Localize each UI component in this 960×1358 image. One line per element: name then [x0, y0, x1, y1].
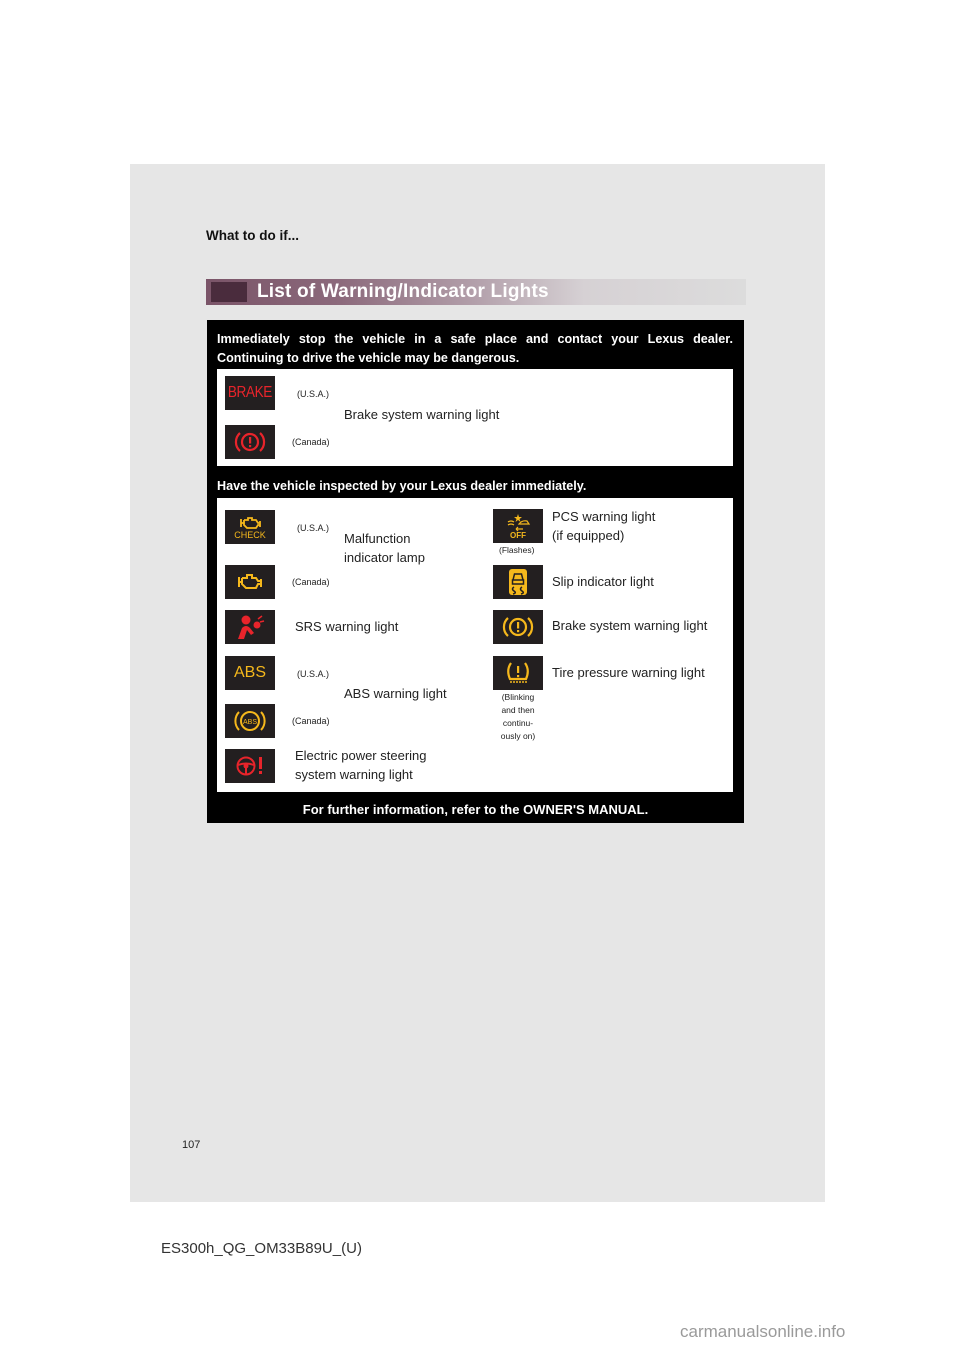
check-engine-icon: CHECK [225, 510, 275, 544]
tire-note-line3: continu- [502, 718, 534, 728]
region-canada: (Canada) [292, 577, 330, 587]
pcs-label-line1: PCS warning light [552, 509, 656, 524]
abs-label: ABS warning light [344, 686, 447, 701]
srs-airbag-icon [225, 610, 275, 644]
region-usa: (U.S.A.) [297, 523, 330, 533]
tire-note: (Blinking and then continu- ously on) [495, 691, 541, 743]
eps-label-line1: Electric power steering [295, 748, 427, 763]
srs-label: SRS warning light [295, 619, 399, 634]
brake-text-icon: BRAKE [225, 376, 275, 410]
page-number: 107 [182, 1139, 201, 1151]
abs-circle-icon: ABS [225, 704, 275, 738]
malfunction-label-line1: Malfunction [344, 531, 411, 546]
malfunction-label-line2: indicator lamp [344, 550, 425, 565]
brake-system-label: Brake system warning light [552, 618, 708, 633]
tire-note-line2: and then [501, 705, 535, 715]
title-swatch [211, 282, 247, 302]
group1-heading-line2: Continuing to drive the vehicle may be d… [217, 351, 520, 365]
group2-heading: Have the vehicle inspected by your Lexus… [217, 479, 587, 493]
group2-panel: CHECK (U.S.A.) Malfunction indicator lam… [217, 498, 733, 792]
group1-heading: Immediately stop the vehicle in a safe p… [217, 330, 733, 368]
watermark-link[interactable]: carmanualsonline.info [680, 1322, 845, 1342]
page-title: List of Warning/Indicator Lights [257, 281, 549, 302]
tire-note-line4: ously on) [500, 731, 536, 741]
eps-label: Electric power steering system warning l… [295, 746, 427, 784]
slip-label: Slip indicator light [552, 574, 654, 589]
eps-steering-icon [225, 749, 275, 783]
slip-indicator-icon [493, 565, 543, 599]
brake-label: Brake system warning light [344, 407, 500, 422]
brake-system-icon [493, 610, 543, 644]
region-usa: (U.S.A.) [297, 669, 330, 679]
check-icon-text: CHECK [234, 529, 266, 540]
pcs-label-line2: (if equipped) [552, 528, 625, 543]
eps-label-line2: system warning light [295, 767, 413, 782]
region-canada: (Canada) [292, 716, 330, 726]
tire-pressure-icon [493, 656, 543, 690]
brake-icon-text: BRAKE [228, 384, 272, 401]
engine-icon [225, 565, 275, 599]
pcs-icon: OFF [493, 509, 543, 543]
section-label: What to do if... [206, 228, 299, 243]
brake-circle-icon [225, 425, 275, 459]
region-canada: (Canada) [292, 437, 330, 447]
abs-text-icon: ABS [225, 656, 275, 690]
pcs-icon-text: OFF [510, 531, 526, 540]
region-usa: (U.S.A.) [297, 389, 330, 399]
title-bar: List of Warning/Indicator Lights [206, 279, 746, 305]
footer-note: For further information, refer to the OW… [302, 802, 649, 817]
group1-heading-line1: Immediately stop the vehicle in a safe p… [217, 332, 733, 346]
pcs-note: (Flashes) [499, 545, 535, 555]
tire-label: Tire pressure warning light [552, 665, 705, 680]
abs-icon-text: ABS [233, 664, 266, 681]
doc-code: ES300h_QG_OM33B89U_(U) [161, 1240, 362, 1257]
group1-panel: BRAKE (U.S.A.) Brake system warning ligh… [217, 369, 733, 466]
malfunction-label: Malfunction indicator lamp [344, 529, 425, 567]
pcs-label: PCS warning light (if equipped) [552, 507, 655, 545]
abs-circle-text: ABS [243, 719, 257, 726]
tire-note-line1: (Blinking [501, 692, 535, 702]
warning-lights-box: Immediately stop the vehicle in a safe p… [207, 320, 744, 823]
